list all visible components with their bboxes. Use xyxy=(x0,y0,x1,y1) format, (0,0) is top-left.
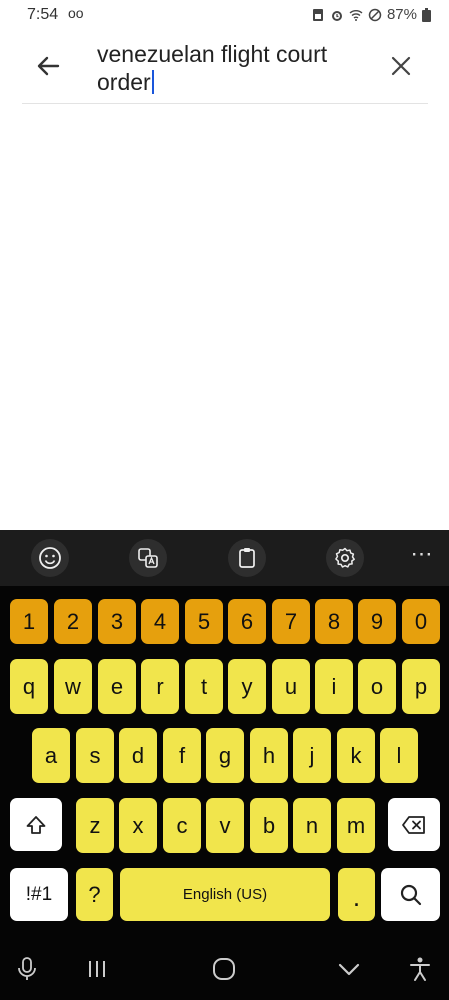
search-input[interactable]: venezuelan flight court order xyxy=(97,40,367,96)
key-s[interactable]: s xyxy=(76,728,114,783)
key-u[interactable]: u xyxy=(272,659,310,714)
key-m[interactable]: m xyxy=(337,798,375,853)
accessibility-icon[interactable] xyxy=(405,954,435,984)
search-icon xyxy=(400,884,421,905)
key-h[interactable]: h xyxy=(250,728,288,783)
recent-apps-icon[interactable] xyxy=(82,954,112,984)
key-6[interactable]: 6 xyxy=(228,599,266,644)
key-o[interactable]: o xyxy=(358,659,396,714)
key-j[interactable]: j xyxy=(293,728,331,783)
key-i[interactable]: i xyxy=(315,659,353,714)
sim-icon xyxy=(312,8,323,21)
shift-icon xyxy=(26,815,46,834)
dnd-icon xyxy=(368,8,382,21)
key-d[interactable]: d xyxy=(119,728,157,783)
key-c[interactable]: c xyxy=(163,798,201,853)
more-icon[interactable]: ⋯ xyxy=(409,543,435,570)
key-t[interactable]: t xyxy=(185,659,223,714)
close-icon[interactable] xyxy=(388,53,414,79)
battery-icon xyxy=(422,7,431,22)
keyboard-toolbar: ⋯ xyxy=(0,530,449,586)
search-key[interactable] xyxy=(381,868,440,921)
key-a[interactable]: a xyxy=(32,728,70,783)
settings-icon[interactable] xyxy=(326,539,364,577)
key-q[interactable]: q xyxy=(10,659,48,714)
home-icon[interactable] xyxy=(209,954,239,984)
key-b[interactable]: b xyxy=(250,798,288,853)
keyboard: ⋯ 1 2 3 4 5 6 7 8 9 0 q w e r t y u i o … xyxy=(0,530,449,1000)
clipboard-icon[interactable] xyxy=(228,539,266,577)
text-cursor xyxy=(151,70,154,94)
navigation-bar xyxy=(0,940,449,1000)
space-key[interactable]: English (US) xyxy=(120,868,330,921)
key-n[interactable]: n xyxy=(293,798,331,853)
key-0[interactable]: 0 xyxy=(402,599,440,644)
key-f[interactable]: f xyxy=(163,728,201,783)
emoji-icon[interactable] xyxy=(31,539,69,577)
symbols-key[interactable]: !#1 xyxy=(10,868,68,921)
key-z[interactable]: z xyxy=(76,798,114,853)
translate-icon[interactable] xyxy=(129,539,167,577)
period-key[interactable]: . xyxy=(338,868,375,921)
key-3[interactable]: 3 xyxy=(98,599,136,644)
key-v[interactable]: v xyxy=(206,798,244,853)
microphone-icon[interactable] xyxy=(12,954,42,984)
key-8[interactable]: 8 xyxy=(315,599,353,644)
question-key[interactable]: ? xyxy=(76,868,113,921)
search-query-text: venezuelan flight court order xyxy=(97,41,328,95)
shift-key[interactable] xyxy=(10,798,62,851)
key-e[interactable]: e xyxy=(98,659,136,714)
key-y[interactable]: y xyxy=(228,659,266,714)
backspace-key[interactable] xyxy=(388,798,440,851)
key-4[interactable]: 4 xyxy=(141,599,179,644)
hide-keyboard-icon[interactable] xyxy=(334,954,364,984)
wifi-icon xyxy=(349,9,363,21)
status-bar: 7:54 oo 87% xyxy=(0,0,449,32)
key-2[interactable]: 2 xyxy=(54,599,92,644)
status-time: 7:54 xyxy=(27,6,59,23)
key-1[interactable]: 1 xyxy=(10,599,48,644)
key-l[interactable]: l xyxy=(380,728,418,783)
back-arrow-icon[interactable] xyxy=(34,52,62,80)
key-9[interactable]: 9 xyxy=(358,599,396,644)
alarm-icon xyxy=(331,10,342,21)
battery-percent: 87% xyxy=(386,6,417,23)
key-p[interactable]: p xyxy=(402,659,440,714)
voicemail-icon: oo xyxy=(68,5,84,21)
key-g[interactable]: g xyxy=(206,728,244,783)
key-7[interactable]: 7 xyxy=(272,599,310,644)
status-icons: 87% xyxy=(311,6,431,23)
key-5[interactable]: 5 xyxy=(185,599,223,644)
search-divider xyxy=(22,103,428,104)
key-k[interactable]: k xyxy=(337,728,375,783)
key-r[interactable]: r xyxy=(141,659,179,714)
key-x[interactable]: x xyxy=(119,798,157,853)
backspace-icon xyxy=(402,815,425,834)
key-w[interactable]: w xyxy=(54,659,92,714)
